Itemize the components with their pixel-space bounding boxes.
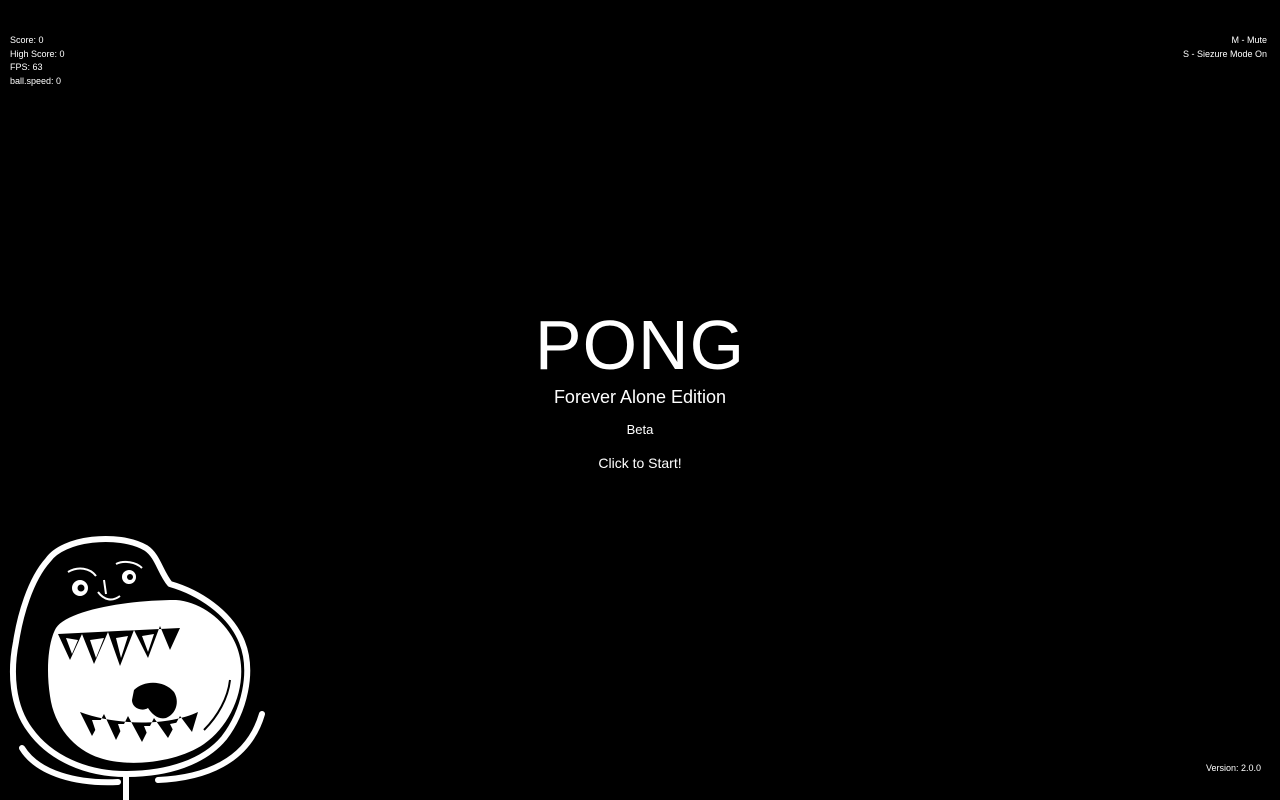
beta-label: Beta: [626, 422, 654, 437]
score-readout: Score: 0: [10, 35, 44, 45]
start-prompt[interactable]: Click to Start!: [0, 455, 1280, 472]
game-subtitle: Forever Alone Edition: [553, 387, 727, 407]
mute-hint: M - Mute: [1231, 35, 1267, 45]
version-label: Version: 2.0.0: [1205, 763, 1261, 773]
game-title: PONG: [534, 306, 746, 384]
ball-speed-readout: ball.speed: 0: [10, 75, 62, 86]
high-score-readout: High Score: 0: [10, 48, 65, 59]
title-screen[interactable]: PONG Forever Alone Edition Beta Click to…: [0, 302, 1280, 472]
seizure-mode-hint: S - Siezure Mode On: [1182, 48, 1267, 59]
forever-alone-face-icon: [9, 535, 265, 800]
hud-controls-hint: M - Mute S - Siezure Mode On: [1183, 34, 1267, 61]
fps-readout: FPS: 63: [10, 62, 43, 72]
hud-stats: Score: 0 High Score: 0 FPS: 63 ball.spee…: [10, 34, 65, 88]
